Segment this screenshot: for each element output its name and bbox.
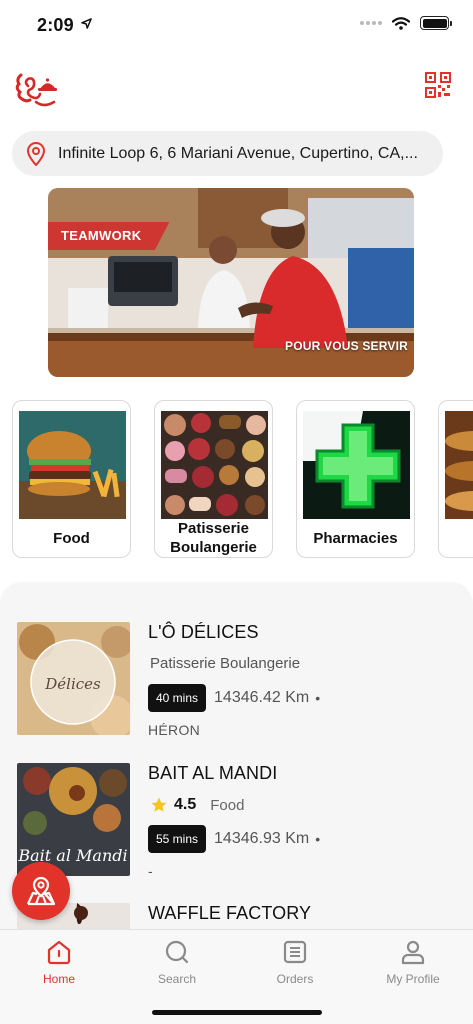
- promo-banner[interactable]: TEAMWORK POUR VOUS SERVIR: [48, 188, 414, 377]
- category-card-food[interactable]: Food: [12, 400, 131, 558]
- category-card-pharmacies[interactable]: Pharmacies: [296, 400, 415, 558]
- pastries-image: [161, 411, 268, 519]
- delivery-address-bar[interactable]: Infinite Loop 6, 6 Mariani Avenue, Cuper…: [12, 131, 443, 176]
- category-label: Pharmacies: [313, 529, 398, 547]
- bread-image: [445, 411, 473, 519]
- category-label: Food: [53, 529, 90, 547]
- bottom-tab-bar: Home Search Orders My Profile: [0, 929, 473, 1024]
- map-view-button[interactable]: [12, 862, 70, 920]
- category-label: Patisserie Boulangerie: [170, 520, 257, 556]
- restaurant-meta: 40 mins 14346.42 Km •: [148, 684, 320, 712]
- restaurant-thumbnail: Bait al Mandi: [17, 763, 130, 876]
- chef-monkey-logo-icon[interactable]: [14, 66, 60, 110]
- app-header: [0, 60, 473, 116]
- qr-code-icon[interactable]: [425, 72, 451, 98]
- restaurant-name: L'Ô DÉLICES: [148, 622, 259, 642]
- tab-home[interactable]: Home: [0, 930, 118, 994]
- restaurant-rating: 4.5: [174, 796, 197, 813]
- home-indicator: [152, 1010, 322, 1015]
- restaurant-meta: 55 mins 14346.93 Km •: [148, 825, 320, 853]
- tab-my-profile[interactable]: My Profile: [354, 930, 472, 994]
- location-pin-icon: [26, 141, 46, 166]
- orders-icon: [283, 940, 307, 964]
- map-pin-icon: [26, 876, 56, 906]
- restaurant-subtitle: Patisserie Boulangerie: [150, 655, 300, 672]
- meta-separator: •: [315, 831, 321, 847]
- category-card-more[interactable]: T &: [438, 400, 473, 558]
- search-icon: [165, 940, 189, 964]
- restaurant-category: Patisserie Boulangerie: [150, 655, 301, 672]
- restaurant-distance: 14346.93 Km: [214, 830, 310, 847]
- restaurant-thumbnail: Délices: [17, 622, 130, 735]
- signal-icon: [360, 21, 382, 25]
- tab-label: Orders: [276, 972, 314, 986]
- banner-caption: POUR VOUS SERVIR: [284, 339, 408, 353]
- delivery-time-badge: 55 mins: [148, 825, 207, 853]
- status-indicators: [360, 16, 452, 30]
- restaurant-name: BAIT AL MANDI: [148, 763, 278, 783]
- restaurant-item[interactable]: Bait al Mandi BAIT AL MANDI 4.5 Food 55 …: [0, 763, 473, 893]
- category-card-patisserie[interactable]: Patisserie Boulangerie: [154, 400, 273, 558]
- tab-search[interactable]: Search: [118, 930, 236, 994]
- address-text: Infinite Loop 6, 6 Mariani Avenue, Cuper…: [58, 144, 418, 162]
- category-carousel[interactable]: Food Patisserie Boulangerie Pharmacies: [0, 398, 473, 560]
- food-burger-image: [19, 411, 126, 519]
- status-bar: 2:09: [0, 0, 473, 52]
- wifi-icon: [392, 16, 410, 30]
- star-icon: [151, 797, 167, 812]
- profile-icon: [401, 940, 425, 965]
- restaurant-logo-text: Délices: [44, 675, 101, 693]
- meta-separator: •: [315, 690, 321, 706]
- delivery-time-badge: 40 mins: [148, 684, 207, 712]
- restaurant-category: Food: [210, 796, 245, 814]
- tab-label: My Profile: [386, 972, 440, 986]
- restaurant-subtitle: 4.5 Food: [150, 796, 244, 814]
- home-icon: [47, 940, 71, 965]
- restaurant-area: HÉRON: [148, 722, 201, 738]
- banner-tag: TEAMWORK: [48, 222, 170, 250]
- status-time: 2:09: [37, 15, 74, 35]
- tab-label: Home: [42, 972, 75, 986]
- tab-orders[interactable]: Orders: [236, 930, 354, 994]
- location-arrow-icon: [81, 18, 92, 29]
- restaurant-area: -: [148, 863, 153, 879]
- restaurant-distance: 14346.42 Km: [214, 689, 310, 706]
- restaurant-name: WAFFLE FACTORY: [148, 903, 312, 923]
- tab-label: Search: [157, 972, 197, 986]
- battery-icon: [420, 16, 452, 30]
- restaurant-item[interactable]: Délices L'Ô DÉLICES Patisserie Boulanger…: [0, 622, 473, 752]
- pharmacy-cross-image: [303, 411, 410, 519]
- category-label: T &: [439, 519, 473, 557]
